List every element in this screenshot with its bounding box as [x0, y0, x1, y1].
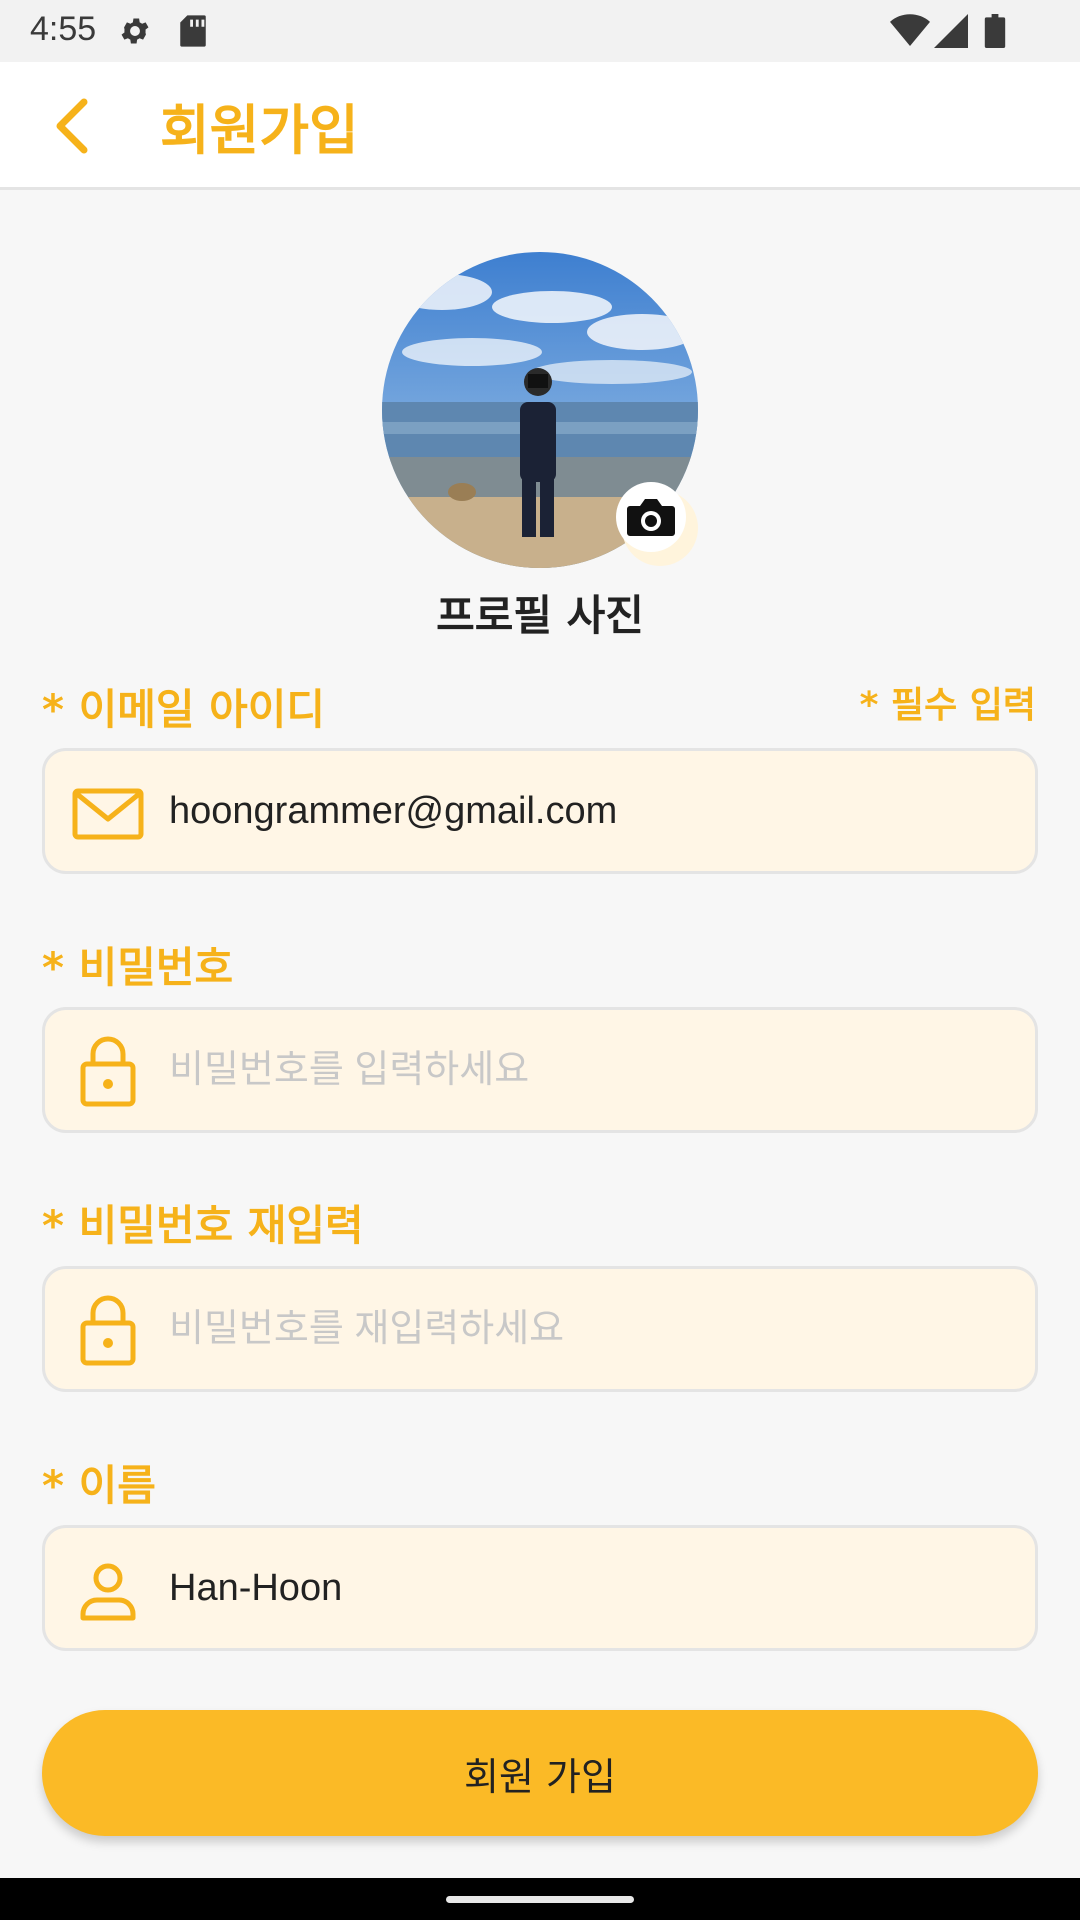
name-label: * 이름: [42, 1461, 156, 1510]
password-input[interactable]: [169, 1010, 1019, 1130]
home-indicator[interactable]: [446, 1896, 634, 1903]
required-note: * 필수 입력: [859, 685, 1036, 726]
password-confirm-label: * 비밀번호 재입력: [42, 1201, 364, 1250]
password-label: * 비밀번호: [42, 943, 234, 992]
profile-photo-section: [382, 252, 698, 568]
email-label: * 이메일 아이디: [42, 685, 326, 734]
settings-icon: [118, 14, 152, 52]
battery-icon: [984, 14, 1006, 52]
person-icon: [71, 1556, 145, 1626]
wifi-icon: [890, 14, 930, 52]
profile-photo-label: 프로필 사진: [436, 591, 644, 640]
password-field[interactable]: [42, 1007, 1038, 1133]
name-input[interactable]: [169, 1528, 1019, 1648]
chevron-left-icon: [56, 98, 88, 154]
signup-button[interactable]: 회원 가입: [42, 1710, 1038, 1836]
camera-button[interactable]: [616, 482, 698, 566]
app-bar: 회원가입: [0, 62, 1080, 190]
lock-icon: [71, 1036, 145, 1108]
sd-card-icon: [178, 14, 208, 52]
back-button[interactable]: [44, 94, 108, 158]
page-title: 회원가입: [160, 99, 359, 162]
cellular-icon: [934, 14, 968, 52]
status-time: 4:55: [30, 10, 97, 48]
navigation-bar: [0, 1878, 1080, 1920]
status-bar: 4:55: [0, 0, 1080, 62]
camera-icon: [627, 499, 675, 536]
password-confirm-input[interactable]: [169, 1269, 1019, 1389]
name-field[interactable]: [42, 1525, 1038, 1651]
mail-icon: [71, 779, 145, 849]
email-input[interactable]: [169, 751, 1019, 871]
email-field[interactable]: [42, 748, 1038, 874]
password-confirm-field[interactable]: [42, 1266, 1038, 1392]
lock-icon: [71, 1295, 145, 1367]
camera-badge: [616, 482, 686, 552]
